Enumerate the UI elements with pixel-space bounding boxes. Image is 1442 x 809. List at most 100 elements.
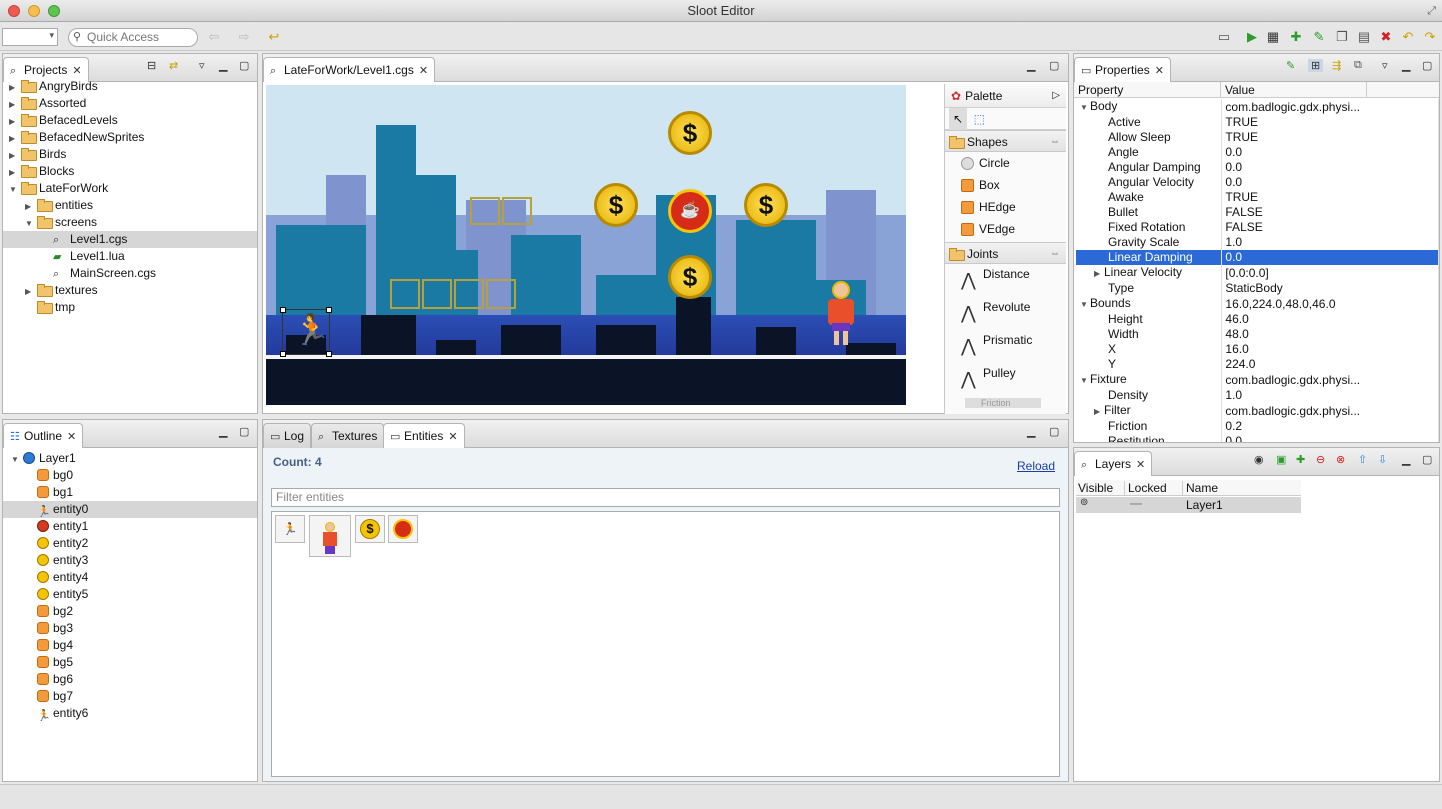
property-value[interactable]: 48.0 xyxy=(1221,327,1439,342)
entity-thumb-coin[interactable]: $ xyxy=(355,515,385,543)
property-value[interactable]: 0.0 xyxy=(1221,175,1439,190)
palette-shape-vedge[interactable]: VEdge xyxy=(945,218,1066,240)
maximize-icon[interactable]: ▢ xyxy=(1049,425,1059,438)
property-value[interactable]: 224.0 xyxy=(1221,357,1439,372)
move-up-icon[interactable]: ⇧ xyxy=(1358,453,1367,466)
visible-eye-icon[interactable]: ⊚ xyxy=(1080,497,1088,508)
outline-item[interactable]: bg6 xyxy=(3,671,257,688)
save-layer-icon[interactable]: ▣ xyxy=(1276,453,1286,466)
close-icon[interactable]: ✕ xyxy=(67,431,76,443)
project-item[interactable]: ▶ textures xyxy=(3,282,257,299)
outline-item[interactable]: bg0 xyxy=(3,467,257,484)
pin-icon[interactable]: ✎ xyxy=(1286,59,1295,72)
property-row[interactable]: ▼ Body com.badlogic.gdx.physi... xyxy=(1076,99,1439,115)
property-value[interactable]: 0.0 xyxy=(1221,160,1439,175)
outline-item[interactable]: bg2 xyxy=(3,603,257,620)
close-icon[interactable]: ✕ xyxy=(1136,459,1145,471)
outline-item[interactable]: bg5 xyxy=(3,654,257,671)
coin-entity5[interactable]: $ xyxy=(668,255,712,299)
level-canvas[interactable]: $ $ $ $ ☕ 🏃 xyxy=(266,85,906,405)
property-row[interactable]: ▼ Fixture com.badlogic.gdx.physi... xyxy=(1076,372,1439,388)
outline-item[interactable]: entity1 xyxy=(3,518,257,535)
minimize-window-button[interactable] xyxy=(28,5,40,17)
property-row[interactable]: ▶ Linear Velocity [0.0:0.0] xyxy=(1076,265,1439,281)
locked-indicator[interactable] xyxy=(1130,503,1142,505)
outline-item[interactable]: entity2 xyxy=(3,535,257,552)
minimize-icon[interactable]: ▁ xyxy=(219,425,227,438)
project-item[interactable]: ▶ BefacedNewSprites xyxy=(3,129,257,146)
property-value[interactable]: 0.2 xyxy=(1221,419,1439,434)
tab-entities[interactable]: ▭ Entities ✕ xyxy=(383,423,465,448)
remove-layer-icon[interactable]: ⊖ xyxy=(1316,453,1325,466)
property-value[interactable]: FALSE xyxy=(1221,205,1439,220)
property-value[interactable]: FALSE xyxy=(1221,220,1439,235)
redo-icon[interactable]: ↷ xyxy=(1422,29,1438,45)
box-shape[interactable] xyxy=(470,197,500,225)
property-row[interactable]: Angular Velocity 0.0 xyxy=(1076,175,1439,190)
collapsed-arrow-icon[interactable]: ▶ xyxy=(9,147,21,164)
coin-entity4[interactable]: $ xyxy=(744,183,788,227)
show-categories-icon[interactable]: ⊞ xyxy=(1308,59,1324,72)
coffee-entity1[interactable]: ☕ xyxy=(668,189,712,233)
project-item[interactable]: ▰ Level1.lua xyxy=(3,248,257,265)
box-shape[interactable] xyxy=(422,279,452,309)
outline-item[interactable]: entity5 xyxy=(3,586,257,603)
back-icon[interactable]: ⇦ xyxy=(206,29,222,45)
pin-icon[interactable]: ⇔ xyxy=(1050,243,1060,265)
property-value[interactable]: 1.0 xyxy=(1221,388,1439,403)
perspective-combo[interactable]: ▾ xyxy=(2,28,58,46)
property-row[interactable]: Height 46.0 xyxy=(1076,312,1439,327)
outline-item[interactable]: bg1 xyxy=(3,484,257,501)
palette-section-shapes[interactable]: Shapes ⇔ xyxy=(945,130,1066,152)
minimize-icon[interactable]: ▁ xyxy=(219,59,227,72)
last-edit-icon[interactable]: ↩ xyxy=(266,29,282,45)
selection-handle[interactable] xyxy=(280,351,286,357)
property-value[interactable]: [0.0:0.0] xyxy=(1221,265,1439,281)
property-row[interactable]: Active TRUE xyxy=(1076,115,1439,130)
layer-row[interactable]: ⊚ Layer1 xyxy=(1076,497,1301,513)
close-icon[interactable]: ✕ xyxy=(448,431,457,443)
minimize-icon[interactable]: ▁ xyxy=(1402,453,1410,466)
forward-icon[interactable]: ⇨ xyxy=(236,29,252,45)
project-item[interactable]: ▼ LateForWork xyxy=(3,180,257,197)
selection-handle[interactable] xyxy=(326,307,332,313)
maximize-icon[interactable]: ▢ xyxy=(239,425,249,438)
tab-level1-cgs[interactable]: ⌕ LateForWork/Level1.cgs ✕ xyxy=(263,57,436,82)
property-value[interactable]: com.badlogic.gdx.physi... xyxy=(1221,99,1439,115)
quick-access-input[interactable]: ⚲ Quick Access xyxy=(68,28,198,47)
eye-icon[interactable]: ◉ xyxy=(1254,453,1264,466)
outline-item[interactable]: bg3 xyxy=(3,620,257,637)
property-value[interactable]: 0.0 xyxy=(1221,434,1439,442)
palette-joint-distance[interactable]: ⋀ Distance xyxy=(945,264,1066,297)
view-menu-icon[interactable]: ▿ xyxy=(1382,59,1388,72)
project-item[interactable]: ⌕ MainScreen.cgs xyxy=(3,265,257,282)
pin-icon[interactable]: ⇔ xyxy=(1050,131,1060,153)
delete-layer-icon[interactable]: ⊗ xyxy=(1336,453,1345,466)
close-icon[interactable]: ✕ xyxy=(72,65,81,77)
delete-icon[interactable]: ✖ xyxy=(1378,29,1394,45)
tab-log[interactable]: ▭ Log xyxy=(263,423,312,448)
expanded-arrow-icon[interactable]: ▼ xyxy=(1080,297,1090,312)
expanded-arrow-icon[interactable]: ▼ xyxy=(9,181,21,198)
collapsed-arrow-icon[interactable]: ▶ xyxy=(25,283,37,300)
project-item[interactable]: ▶ AngryBirds xyxy=(3,78,257,95)
expanded-arrow-icon[interactable]: ▼ xyxy=(25,215,37,232)
expanded-arrow-icon[interactable]: ▼ xyxy=(1080,100,1090,115)
property-row[interactable]: Awake TRUE xyxy=(1076,190,1439,205)
property-value[interactable]: 1.0 xyxy=(1221,235,1439,250)
add-icon[interactable]: ✚ xyxy=(1288,29,1304,45)
outline-item[interactable]: entity4 xyxy=(3,569,257,586)
property-value[interactable]: StaticBody xyxy=(1221,281,1439,296)
property-row[interactable]: Y 224.0 xyxy=(1076,357,1439,372)
filter-entities-input[interactable]: Filter entities xyxy=(271,488,1060,507)
entity-thumb-worker[interactable] xyxy=(309,515,351,557)
runner-entity0[interactable]: 🏃 xyxy=(280,307,332,357)
outline-item[interactable]: 🏃 entity6 xyxy=(3,705,257,722)
collapsed-arrow-icon[interactable]: ▶ xyxy=(9,113,21,130)
box-shape[interactable] xyxy=(502,197,532,225)
property-row[interactable]: Restitution 0.0 xyxy=(1076,434,1439,442)
property-row[interactable]: Gravity Scale 1.0 xyxy=(1076,235,1439,250)
palette-shape-circle[interactable]: Circle xyxy=(945,152,1066,174)
outline-item[interactable]: ▼ Layer1 xyxy=(3,450,257,467)
select-tool-icon[interactable]: ↖ xyxy=(949,108,967,130)
